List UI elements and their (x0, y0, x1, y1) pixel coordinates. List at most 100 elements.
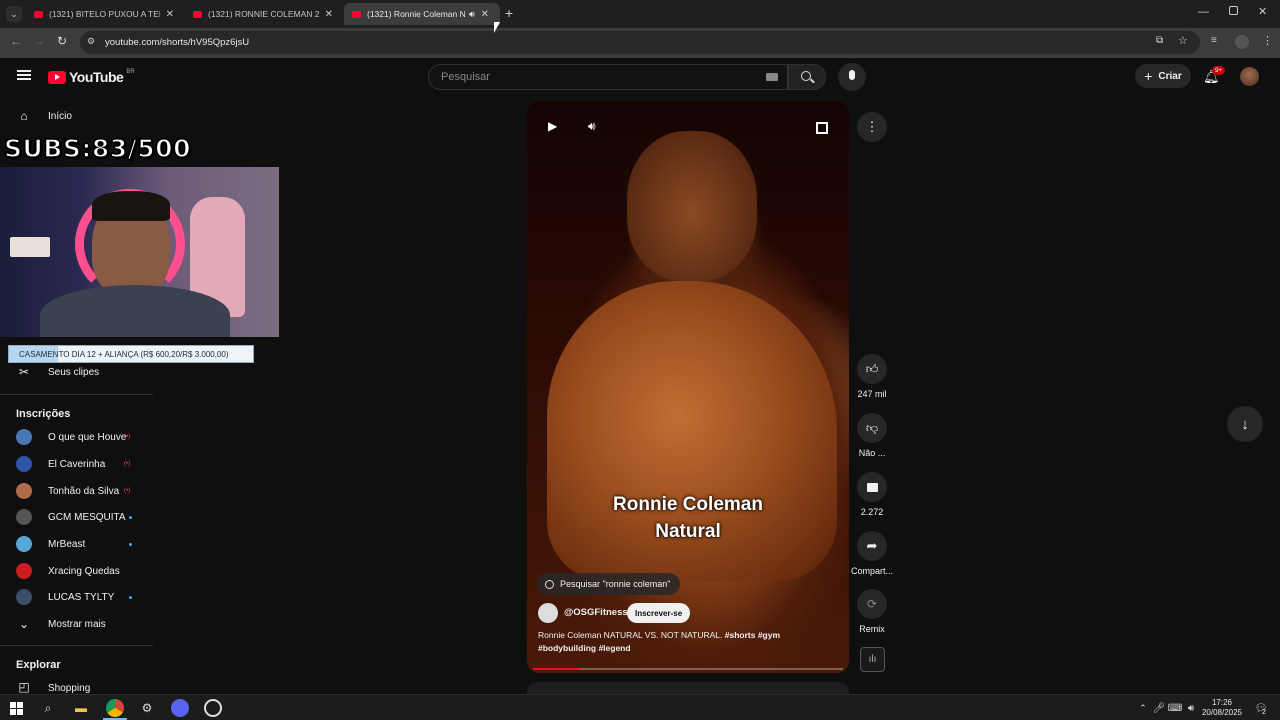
comments-button[interactable] (857, 472, 887, 502)
browser-tab-1[interactable]: (1321) BITELO PUXOU A TEMID ✕ (26, 3, 182, 25)
short-description[interactable]: Ronnie Coleman NATURAL VS. NOT NATURAL. … (538, 629, 828, 655)
video-progress-bar[interactable] (533, 668, 843, 670)
subs-counter-overlay: SUBS:83/500 (3, 133, 191, 164)
search-suggestion-chip[interactable]: Pesquisar "ronnie coleman" (537, 573, 681, 595)
site-info-icon[interactable]: ⚙ (87, 36, 95, 47)
channel-name: O que que Houve (48, 431, 127, 443)
channel-avatar[interactable] (538, 603, 558, 623)
audio-playing-icon[interactable]: 🔊︎ (469, 9, 475, 20)
browser-menu-icon[interactable]: ⋮ (1262, 34, 1273, 47)
sidebar-item-shopping[interactable]: ◰ Shopping (0, 677, 152, 695)
webcam-overlay (0, 167, 279, 337)
chrome-icon[interactable] (106, 699, 124, 717)
more-options-icon[interactable]: ⋮ (857, 112, 887, 142)
browser-tab-2[interactable]: (1321) RONNIE COLEMAN 200 ✕ (185, 3, 341, 25)
sidebar-item-label: Seus clipes (48, 366, 100, 378)
volume-icon[interactable]: 🔊︎ (588, 119, 596, 134)
sidebar-channel[interactable]: LUCAS TYLTY (0, 584, 152, 610)
reload-icon[interactable]: ↻ (57, 34, 67, 48)
notification-center-icon[interactable]: 💬︎ (1252, 699, 1270, 717)
obs-icon[interactable] (204, 699, 222, 717)
sidebar-channel[interactable]: Tonhão da Silva (•) (0, 478, 152, 504)
browser-tab-3-active[interactable]: (1321) Ronnie Coleman NA 🔊︎ ✕ (344, 3, 500, 25)
description-text: Ronnie Coleman NATURAL VS. NOT NATURAL. (538, 630, 723, 640)
search-input[interactable]: Pesquisar (428, 64, 788, 90)
next-short-preview[interactable] (527, 682, 849, 694)
sidebar-channel[interactable]: O que que Houve (•) (0, 424, 152, 450)
remix-label: Remix (859, 624, 885, 634)
new-tab-icon[interactable]: + (505, 5, 513, 21)
caption-line-2: Natural (655, 521, 721, 542)
like-button[interactable]: 👍︎ (857, 354, 887, 384)
tab-title: (1321) RONNIE COLEMAN 200 (208, 9, 319, 19)
plus-icon: + (1144, 68, 1153, 84)
sidebar-show-more[interactable]: ⌄ Mostrar mais (0, 611, 152, 637)
hashtags[interactable]: #bodybuilding #legend (538, 643, 631, 653)
file-explorer-icon[interactable]: ▬ (72, 699, 90, 717)
sidebar-channel[interactable]: GCM MESQUITA (0, 504, 152, 530)
fullscreen-icon[interactable] (816, 122, 828, 134)
profile-avatar[interactable] (1235, 35, 1249, 49)
channel-avatar (16, 483, 32, 499)
steam-icon[interactable]: ⚙ (138, 699, 156, 717)
sidebar-channel[interactable]: MrBeast (0, 531, 152, 557)
youtube-favicon-icon (34, 10, 43, 18)
goal-text: CASAMENTO DIA 12 + ALIANÇA (R$ 600,20/R$… (19, 349, 229, 359)
sidebar-divider (0, 645, 153, 646)
subscribe-button[interactable]: Inscrever-se (627, 603, 691, 623)
keyboard-icon[interactable] (766, 73, 778, 81)
system-clock[interactable]: 17:26 20/08/2025 (1198, 698, 1246, 718)
share-button[interactable]: ➦ (857, 531, 887, 561)
sidebar-channel[interactable]: El Caverinha (•) (0, 451, 152, 477)
remix-button[interactable]: ⟳ (857, 589, 887, 619)
tab-search-icon[interactable]: ⌄ (6, 6, 22, 22)
play-icon[interactable]: ▶ (548, 119, 557, 133)
video-progress-fill (533, 668, 580, 670)
channel-avatar (16, 456, 32, 472)
tab-title: (1321) BITELO PUXOU A TEMID (49, 9, 160, 19)
remix-icon: ⟳ (866, 597, 878, 611)
new-content-dot (129, 543, 132, 546)
sidebar-item-home[interactable]: ⌂ Início (0, 103, 152, 129)
youtube-play-logo-icon (48, 70, 66, 84)
media-controls-icon[interactable]: ≡ (1211, 35, 1217, 46)
sound-waveform-icon[interactable]: ılı (860, 647, 885, 672)
subscriptions-heading[interactable]: Inscrições (16, 408, 70, 420)
install-app-icon[interactable]: ⧉ (1156, 35, 1163, 46)
dislike-button[interactable]: 👎︎ (857, 413, 887, 443)
channel-handle[interactable]: @OSGFitness (564, 607, 628, 618)
browser-toolbar: ← → ↻ ⚙ youtube.com/shorts/hV95Qpz6jsU ⧉… (0, 28, 1280, 58)
account-avatar[interactable] (1240, 67, 1259, 86)
bookmark-star-icon[interactable]: ☆ (1178, 34, 1188, 47)
restore-icon[interactable] (1229, 6, 1238, 15)
search-button[interactable] (788, 64, 826, 90)
close-tab-icon[interactable]: ✕ (325, 9, 333, 20)
discord-icon[interactable] (171, 699, 189, 717)
shopping-bag-icon: ◰ (18, 680, 30, 694)
back-icon[interactable]: ← (10, 34, 22, 48)
create-button[interactable]: + Criar (1135, 64, 1191, 88)
create-label: Criar (1158, 70, 1182, 82)
short-video-player[interactable]: ▶ 🔊︎ Ronnie Coleman Natural Pesquisar "r… (527, 101, 849, 673)
windows-start-icon[interactable] (7, 699, 25, 717)
address-bar[interactable]: ⚙ youtube.com/shorts/hV95Qpz6jsU ⧉ ☆ (80, 31, 1200, 54)
minimize-icon[interactable]: — (1198, 6, 1209, 18)
sidebar-channel[interactable]: Xracing Quedas (0, 558, 152, 584)
live-icon: (•) (124, 434, 131, 440)
close-tab-icon[interactable]: ✕ (481, 9, 489, 20)
thumbs-up-icon: 👍︎ (865, 361, 879, 376)
channel-name: GCM MESQUITA (48, 511, 126, 523)
forward-icon[interactable]: → (33, 34, 45, 48)
youtube-favicon-icon (352, 10, 361, 18)
youtube-logo[interactable]: YouTube BR (48, 69, 135, 85)
voice-search-button[interactable] (838, 63, 866, 91)
next-short-arrow-icon[interactable]: ↓ (1227, 406, 1263, 442)
hamburger-menu-icon[interactable] (17, 70, 31, 80)
channel-avatar (16, 563, 32, 579)
like-count: 247 mil (857, 389, 887, 399)
close-window-icon[interactable]: ✕ (1258, 5, 1267, 18)
search-icon-handle (810, 78, 815, 84)
close-tab-icon[interactable]: ✕ (166, 9, 174, 20)
search-icon[interactable]: ⌕ (39, 699, 57, 717)
hashtags[interactable]: #shorts #gym (725, 630, 780, 640)
